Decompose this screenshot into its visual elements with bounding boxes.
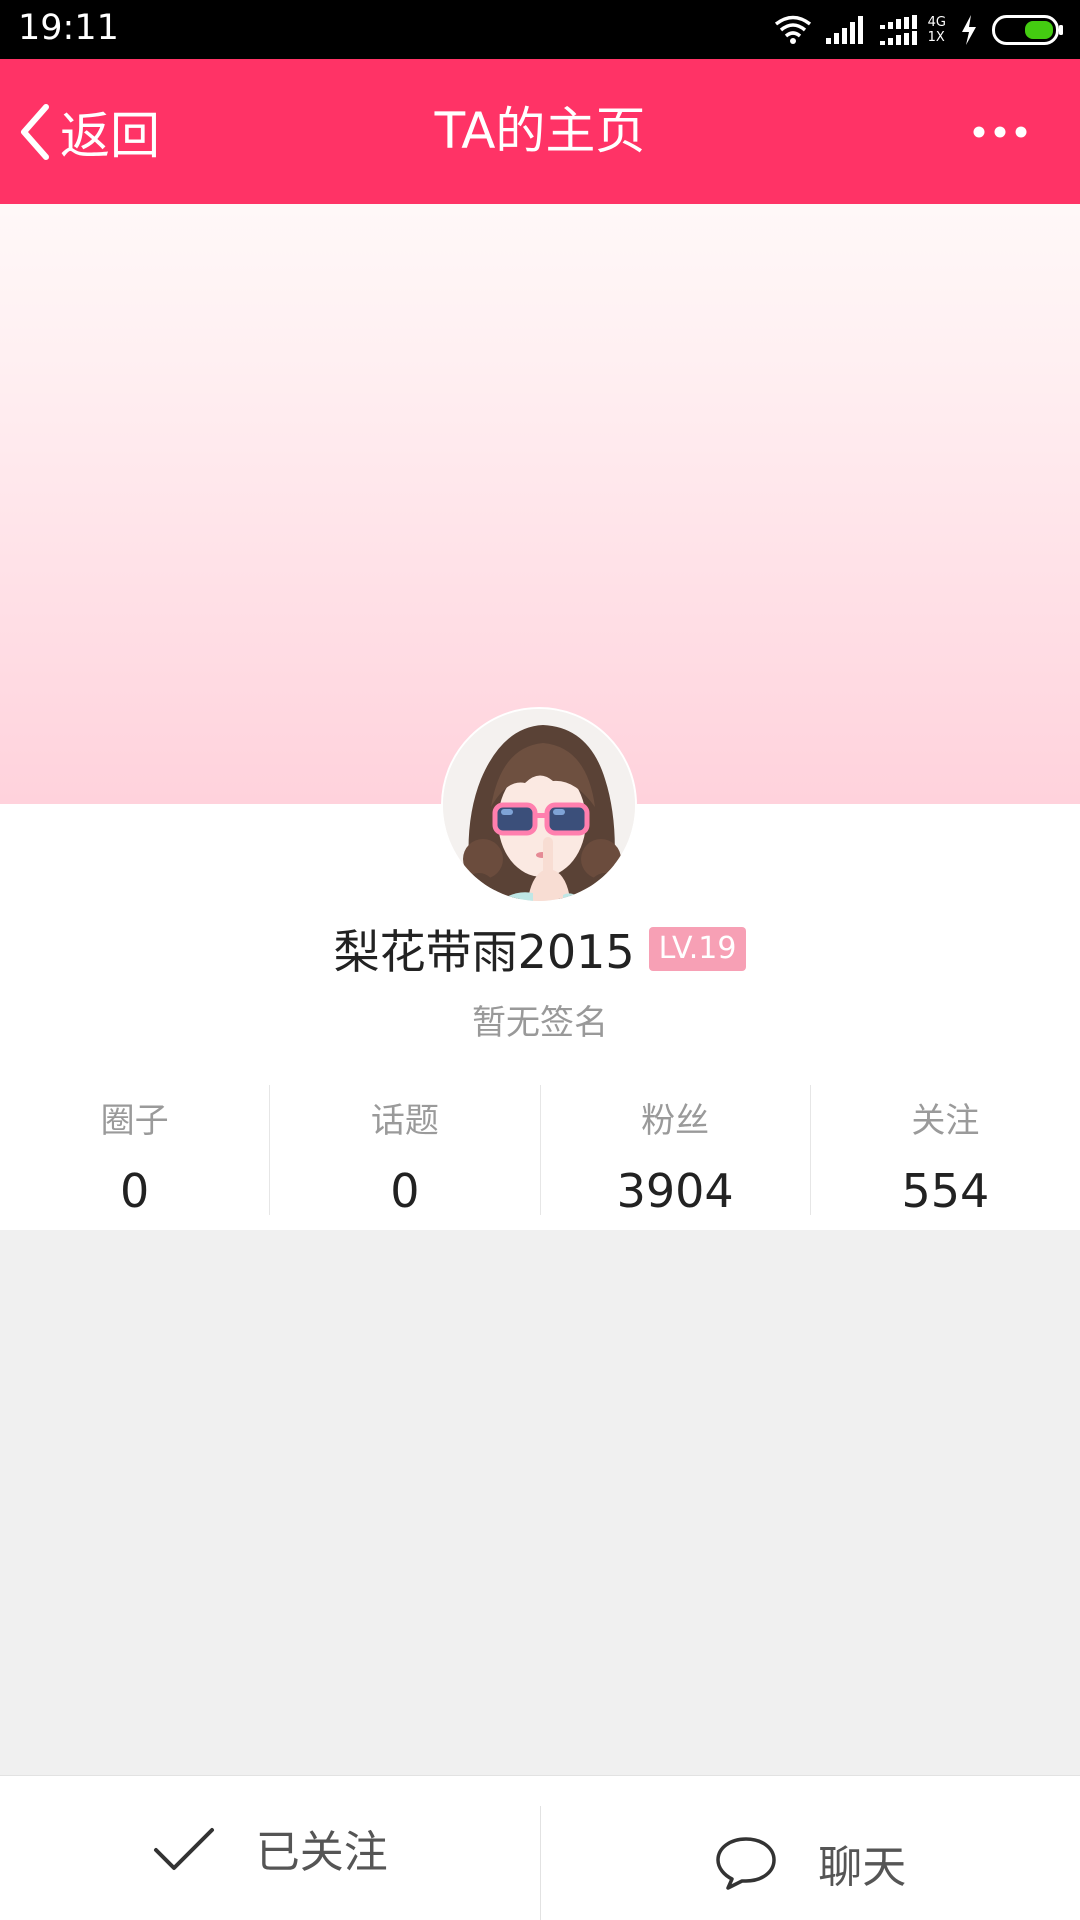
header-bar: TA的主页 返回 <box>0 59 1080 204</box>
bottom-action-bar: 已关注 聊天 <box>0 1775 1080 1920</box>
back-label: 返回 <box>60 106 160 165</box>
stat-following[interactable]: 关注 554 <box>811 1085 1080 1218</box>
chat-bubble-icon <box>716 1837 776 1890</box>
stat-circles[interactable]: 圈子 0 <box>0 1085 271 1218</box>
profile-screen: 19:11 4G 1X TA的主页 返回 圈子 0 话题 0 粉丝 3904 关… <box>0 0 1080 1920</box>
charging-icon <box>962 15 976 45</box>
stat-value: 554 <box>901 1164 990 1218</box>
back-button[interactable]: 返回 <box>18 59 160 204</box>
followed-button[interactable]: 已关注 <box>0 1776 540 1920</box>
chevron-left-icon <box>21 103 49 160</box>
dual-signal-icon <box>879 15 917 45</box>
name-row: 梨花带雨2015 LV.19 <box>0 914 1080 984</box>
stat-fans[interactable]: 粉丝 3904 <box>541 1085 811 1218</box>
stat-topics[interactable]: 话题 0 <box>270 1085 541 1218</box>
page-title: TA的主页 <box>434 102 646 160</box>
stat-value: 0 <box>390 1164 420 1218</box>
avatar[interactable] <box>441 707 637 903</box>
stat-label: 粉丝 <box>641 1101 710 1141</box>
battery-icon <box>992 15 1063 45</box>
avatar-illustration <box>443 709 635 901</box>
status-time: 19:11 <box>18 8 119 48</box>
stat-label: 话题 <box>370 1101 439 1141</box>
status-icons: 4G 1X <box>774 10 1064 50</box>
signature: 暂无签名 <box>472 1003 608 1043</box>
level-badge: LV.19 <box>648 927 747 971</box>
chat-button[interactable]: 聊天 <box>539 1806 1080 1920</box>
stat-value: 0 <box>119 1164 150 1218</box>
wifi-icon <box>774 15 811 44</box>
username: 梨花带雨2015 <box>333 925 635 979</box>
checkmark-icon <box>153 1828 214 1870</box>
status-bar: 19:11 4G 1X <box>0 0 1080 59</box>
more-options-button[interactable] <box>960 59 1040 204</box>
more-dots-icon <box>973 126 1027 137</box>
stat-label: 圈子 <box>100 1101 169 1141</box>
stats-row: 圈子 0 话题 0 粉丝 3904 关注 554 <box>0 1085 1080 1218</box>
stat-label: 关注 <box>911 1101 980 1141</box>
stat-value: 3904 <box>616 1164 734 1218</box>
signal-icon <box>825 16 863 44</box>
followed-label: 已关注 <box>255 1827 388 1878</box>
chat-label: 聊天 <box>818 1842 907 1893</box>
network-type: 4G 1X <box>927 15 946 45</box>
